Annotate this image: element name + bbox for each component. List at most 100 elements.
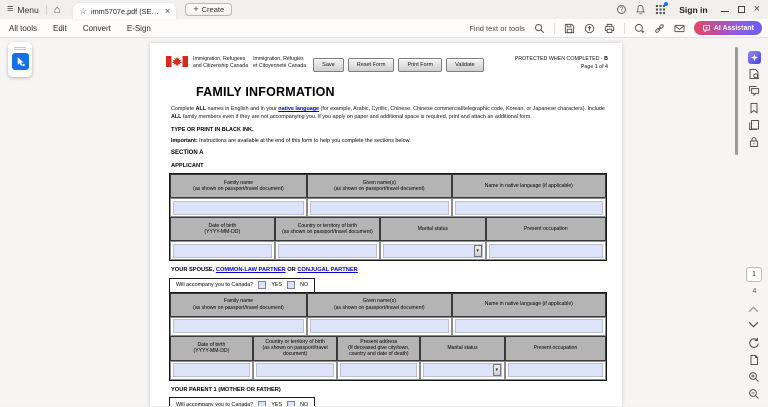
- ai-assistant-panel-button[interactable]: [748, 51, 761, 64]
- help-icon[interactable]: ?: [617, 5, 627, 14]
- applicant-native-name-input[interactable]: [454, 200, 603, 215]
- star-icon[interactable]: ☆: [79, 6, 87, 17]
- window-restore-icon[interactable]: [737, 6, 745, 13]
- marital-status-dropdown-button[interactable]: ▾: [492, 364, 501, 377]
- next-page-chevron-icon[interactable]: [748, 321, 759, 328]
- palette-handle[interactable]: [14, 46, 26, 48]
- link-icon[interactable]: [654, 23, 665, 34]
- document-search-icon[interactable]: [748, 68, 760, 80]
- document-viewport: Immigration, Refugees and Citizenship Can…: [0, 38, 768, 406]
- comments-icon[interactable]: [748, 85, 760, 97]
- apps-grid-icon[interactable]: [655, 2, 669, 15]
- dob-header: Date of birth (YYYY-MM-DD): [170, 217, 275, 242]
- spouse-accompany-no-checkbox[interactable]: [287, 281, 296, 290]
- menu-edit[interactable]: Edit: [53, 24, 67, 33]
- accompany-question: Will accompany you to Canada?: [176, 282, 254, 289]
- notifications-bell-icon[interactable]: [635, 4, 646, 15]
- spouse-table: Family name (as shown on passport/travel …: [169, 291, 607, 381]
- spouse-present-address-input[interactable]: [340, 363, 418, 378]
- previous-page-chevron-icon[interactable]: [748, 306, 759, 313]
- no-label: NO: [300, 282, 309, 289]
- print-icon[interactable]: [604, 23, 615, 34]
- menu-button[interactable]: ≡ Menu: [0, 0, 46, 19]
- window-close-icon[interactable]: ×: [754, 4, 760, 15]
- spouse-occupation-input[interactable]: [507, 363, 603, 378]
- protected-block: PROTECTED WHEN COMPLETED - B Page 1 of 4: [514, 56, 608, 70]
- applicant-country-of-birth-input[interactable]: [277, 243, 378, 258]
- select-tool-button[interactable]: [11, 53, 29, 70]
- spouse-marital-status-select[interactable]: ▾: [423, 363, 502, 378]
- occupation-header: Present occupation: [504, 335, 606, 361]
- applicant-occupation-input[interactable]: [488, 243, 603, 258]
- save-form-button[interactable]: Save: [313, 58, 344, 72]
- page-thumbnails-icon[interactable]: [748, 119, 760, 131]
- native-language-link[interactable]: native language: [278, 106, 319, 112]
- find-label[interactable]: Find text or tools: [469, 24, 524, 33]
- title-bar: ≡ Menu ⌂ ☆ imm5707e.pdf (SECURE... × + C…: [0, 0, 768, 19]
- save-icon[interactable]: [564, 23, 575, 34]
- cell: ▾: [420, 360, 505, 380]
- common-law-partner-link[interactable]: COMMON-LAW PARTNER: [216, 267, 286, 273]
- parent1-accompany-yes-checkbox[interactable]: [258, 400, 267, 406]
- tab-close-icon[interactable]: ×: [165, 6, 171, 17]
- important-note: Important: Instructions are available at…: [171, 138, 411, 145]
- table-input-row: ▾: [170, 360, 606, 380]
- vertical-scrollbar-thumb[interactable]: [735, 47, 738, 155]
- form-instructions: Complete ALL names in English and in you…: [171, 106, 605, 120]
- table-header-row: Date of birth (YYYY-MM-DD) Country or ter…: [170, 217, 606, 242]
- spouse-accompany-yes-checkbox[interactable]: [258, 281, 267, 290]
- table-header-row: Date of birth (YYYY-MM-DD) Country or ter…: [170, 335, 606, 361]
- given-names-header: Given name(s) (as shown on passport/trave…: [306, 174, 452, 199]
- palette-handle[interactable]: [14, 49, 26, 50]
- security-lock-icon[interactable]: [748, 136, 760, 148]
- cell: [274, 241, 381, 261]
- table-input-row: [170, 316, 606, 336]
- conjugal-partner-link[interactable]: CONJUGAL PARTNER: [297, 267, 357, 273]
- country-of-birth-header: Country or territory of birth (as shown o…: [252, 335, 338, 361]
- spouse-dob-input[interactable]: [173, 363, 250, 378]
- form-header: Immigration, Refugees and Citizenship Can…: [166, 56, 608, 72]
- country-of-birth-header: Country or territory of birth (as shown o…: [274, 217, 381, 242]
- email-icon[interactable]: [674, 23, 685, 34]
- page-info: Page 1 of 4: [580, 63, 608, 70]
- table-header-row: Family name (as shown on passport/travel …: [170, 292, 606, 317]
- zoom-in-icon[interactable]: [748, 371, 760, 383]
- applicant-marital-status-select[interactable]: ▾: [383, 243, 483, 258]
- spouse-native-name-input[interactable]: [454, 319, 603, 334]
- spouse-country-of-birth-input[interactable]: [255, 363, 335, 378]
- reset-form-button[interactable]: Reset Form: [347, 58, 395, 72]
- applicant-dob-input[interactable]: [173, 243, 272, 258]
- spouse-family-name-input[interactable]: [173, 319, 304, 334]
- page-view-icon[interactable]: [748, 354, 760, 366]
- current-page-input[interactable]: 1: [746, 267, 762, 282]
- rotate-page-icon[interactable]: [748, 337, 760, 349]
- validate-button[interactable]: Validate: [446, 58, 484, 72]
- pdf-page: Immigration, Refugees and Citizenship Can…: [150, 43, 622, 406]
- cell: [170, 360, 253, 380]
- bookmarks-icon[interactable]: [748, 102, 760, 114]
- menu-esign[interactable]: E-Sign: [127, 24, 151, 33]
- spouse-given-names-input[interactable]: [309, 319, 449, 334]
- add-stamp-icon[interactable]: [634, 23, 645, 34]
- ai-assistant-button[interactable]: AI Assistant: [693, 21, 762, 35]
- parent1-accompany-no-checkbox[interactable]: [287, 400, 296, 406]
- share-icon[interactable]: [584, 23, 595, 34]
- menu-convert[interactable]: Convert: [83, 24, 111, 33]
- create-button[interactable]: + Create: [185, 3, 233, 16]
- window-minimize-icon[interactable]: [720, 10, 729, 12]
- menu-all-tools[interactable]: All tools: [9, 24, 37, 33]
- marital-status-dropdown-button[interactable]: ▾: [473, 244, 482, 257]
- document-tab[interactable]: ☆ imm5707e.pdf (SECURE... ×: [73, 3, 177, 19]
- cell: [170, 241, 275, 261]
- applicant-family-name-input[interactable]: [173, 200, 304, 215]
- zoom-out-icon[interactable]: [748, 388, 760, 400]
- print-form-button[interactable]: Print Form: [398, 58, 443, 72]
- create-label: Create: [201, 5, 225, 14]
- parent1-accompany-row: Will accompany you to Canada? YES NO: [169, 397, 316, 406]
- native-name-header: Name in native language (if applicable): [451, 292, 606, 317]
- app-toolbar: All tools Edit Convert E-Sign Find text …: [0, 19, 768, 38]
- sign-in-button[interactable]: Sign in: [679, 5, 707, 15]
- home-button[interactable]: ⌂: [47, 0, 68, 19]
- search-icon[interactable]: [534, 23, 545, 34]
- applicant-given-names-input[interactable]: [309, 200, 449, 215]
